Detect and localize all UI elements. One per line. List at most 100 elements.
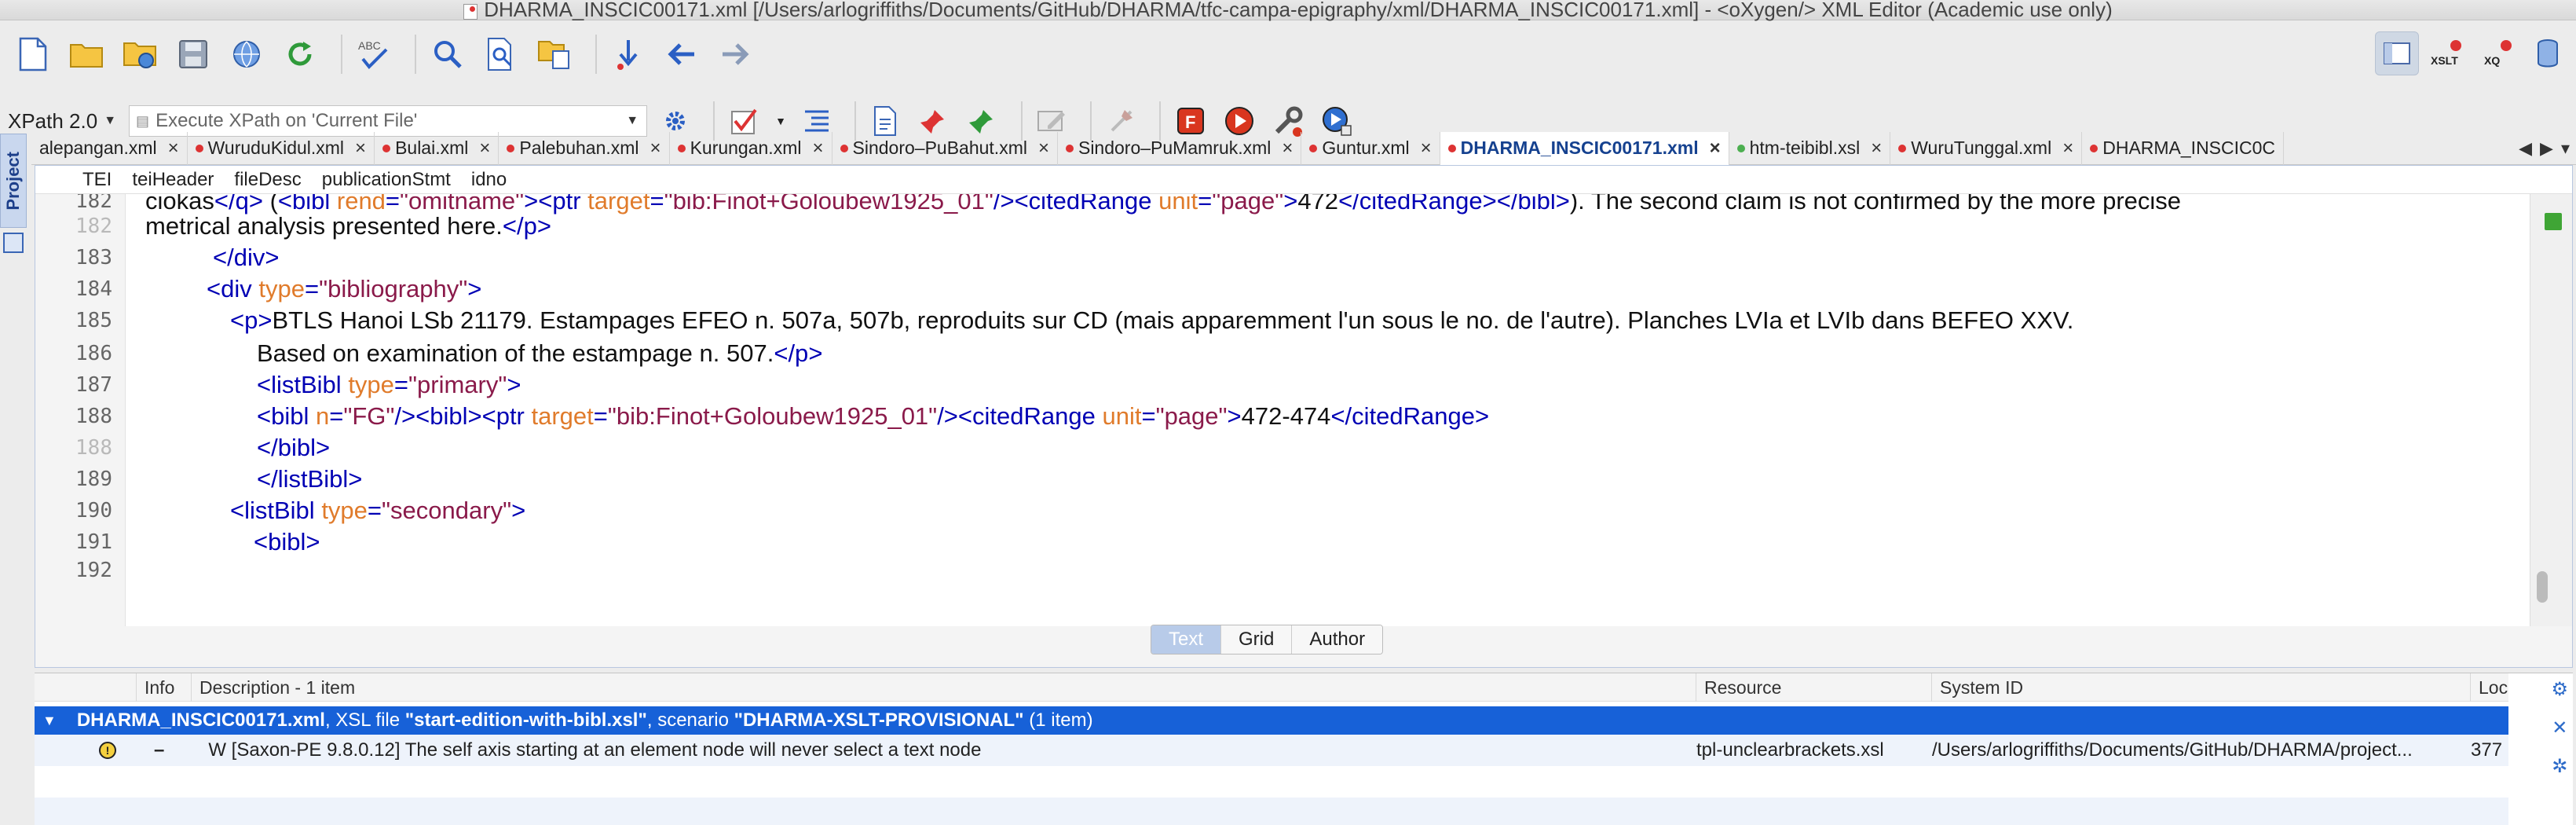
editor-tab[interactable]: WuruTunggal.xml × — [1890, 131, 2083, 165]
code-line[interactable]: 188 </bibl> — [35, 431, 2530, 464]
warning-icon: ! — [99, 742, 116, 759]
toolbar-separator — [415, 35, 416, 74]
code-line[interactable]: 187 <listBibl type="primary"> — [35, 368, 2530, 402]
new-file-icon[interactable] — [11, 32, 55, 76]
find-in-files-icon[interactable] — [479, 32, 523, 76]
open-url-icon[interactable] — [118, 32, 162, 76]
col-info[interactable]: Info — [137, 673, 192, 702]
close-tab-icon[interactable]: × — [1282, 138, 1293, 160]
code-line[interactable]: 189 </listBibl> — [35, 463, 2530, 496]
gear-icon[interactable]: ⚙ — [2551, 678, 2568, 701]
group-count: (1 item) — [1023, 710, 1093, 731]
breadcrumb-item[interactable]: publicationStmt — [322, 169, 451, 191]
line-number: 190 — [75, 499, 112, 522]
tab-label: WuruduKidul.xml — [207, 138, 345, 158]
close-tab-icon[interactable]: × — [479, 138, 490, 160]
close-tab-icon[interactable]: × — [1871, 138, 1882, 160]
close-tab-icon[interactable]: × — [168, 138, 179, 160]
col-description[interactable]: Description - 1 item — [192, 673, 1696, 702]
line-number: 191 — [75, 530, 112, 554]
col-icon — [35, 673, 137, 702]
editor-tab[interactable]: htm-teibibl.xsl × — [1729, 131, 1891, 165]
mode-tab-grid[interactable]: Grid — [1221, 625, 1293, 654]
mode-tab-author[interactable]: Author — [1292, 625, 1383, 654]
find-icon[interactable] — [426, 32, 470, 76]
svg-text:F: F — [1185, 112, 1195, 132]
xquery-debugger-icon[interactable]: XQ — [2475, 31, 2519, 75]
editor-tab[interactable]: Palebuhan.xml × — [499, 131, 670, 165]
expand-triangle-icon[interactable]: ▼ — [42, 713, 57, 729]
code-line[interactable]: 192 — [35, 554, 2530, 587]
editor-tab[interactable]: WuruduKidul.xml × — [188, 131, 375, 165]
toolbar-separator — [341, 35, 342, 74]
editor-perspective-icon[interactable] — [2375, 31, 2419, 75]
scroll-left-icon[interactable]: ◀ — [2519, 138, 2532, 159]
result-row[interactable]: ! – W [Saxon-PE 9.8.0.12] The self axis … — [35, 735, 2508, 766]
xpath-placeholder: Execute XPath on 'Current File' — [156, 110, 418, 131]
code-line[interactable]: 188 <bibl n="FG"/><bibl><ptr target="bib:… — [35, 400, 2530, 433]
col-location[interactable]: Loc — [2471, 673, 2508, 702]
close-icon[interactable]: ✕ — [2552, 717, 2567, 739]
editor-tab[interactable]: DHARMA_INSCIC0C — [2082, 131, 2285, 165]
col-system-id[interactable]: System ID — [1932, 673, 2471, 702]
xslt-debugger-icon[interactable]: XSLT — [2425, 31, 2469, 75]
database-perspective-icon[interactable] — [2526, 31, 2570, 75]
code-editor[interactable]: 182 ciokas</q> (<bibl rend="omitname"><pt… — [35, 194, 2530, 626]
breadcrumb-item[interactable]: teiHeader — [132, 169, 214, 191]
reload-icon[interactable] — [278, 32, 322, 76]
editor-tab[interactable]: Guntur.xml × — [1301, 131, 1440, 165]
breadcrumb-item[interactable]: idno — [471, 169, 507, 191]
close-tab-icon[interactable]: × — [650, 138, 661, 160]
editor-tab[interactable]: Sindoro–PuMamruk.xml × — [1058, 131, 1302, 165]
code-text: metrical analysis presented here.</p> — [145, 212, 551, 240]
code-line[interactable]: 190 <listBibl type="secondary"> — [35, 494, 2530, 527]
save-icon[interactable] — [171, 32, 215, 76]
project-side-tab[interactable]: Project — [0, 134, 27, 228]
forward-icon[interactable] — [713, 32, 757, 76]
side-panel-strip: Project — [0, 134, 31, 259]
xq-label: XQ — [2484, 54, 2500, 67]
bookmark-icon[interactable] — [606, 32, 650, 76]
close-tab-icon[interactable]: × — [1038, 138, 1049, 160]
code-text: Based on examination of the estampage n.… — [257, 339, 823, 367]
code-line[interactable]: 182 metrical analysis presented here.</p> — [35, 210, 2530, 243]
close-tab-icon[interactable]: × — [1421, 138, 1432, 160]
code-line[interactable]: 183 </div> — [35, 241, 2530, 274]
modified-dot-icon — [677, 144, 686, 152]
tab-label: DHARMA_INSCIC0C — [2102, 138, 2276, 158]
results-group-row[interactable]: ▼ DHARMA_INSCIC00171.xml, XSL file "star… — [35, 706, 2508, 735]
xpath-version-select[interactable]: XPath 2.0 ▼ — [8, 109, 116, 134]
editor-tab[interactable]: alepangan.xml × — [31, 131, 188, 165]
copy-icon[interactable] — [532, 32, 576, 76]
outline-icon[interactable] — [3, 233, 24, 253]
editor-tab[interactable]: DHARMA_INSCIC00171.xml × — [1440, 131, 1729, 165]
close-tab-icon[interactable]: × — [1710, 138, 1721, 160]
code-line[interactable]: 186 Based on examination of the estampage… — [35, 337, 2530, 370]
mode-tab-text[interactable]: Text — [1151, 625, 1222, 654]
close-all-icon[interactable]: ✲ — [2552, 755, 2567, 778]
breadcrumb-item[interactable]: TEI — [82, 169, 112, 191]
toolbar-separator — [595, 35, 597, 74]
spellcheck-icon[interactable]: ABC — [352, 32, 396, 76]
chevron-down-icon[interactable]: ▼ — [626, 114, 639, 128]
close-tab-icon[interactable]: × — [355, 138, 366, 160]
tab-list-icon[interactable]: ▾ — [2561, 138, 2570, 159]
editor-tab[interactable]: Sindoro–PuBahut.xml × — [832, 131, 1058, 165]
back-icon[interactable] — [660, 32, 704, 76]
scroll-right-icon[interactable]: ▶ — [2540, 138, 2553, 159]
col-resource[interactable]: Resource — [1696, 673, 1932, 702]
result-location: 377 — [2471, 739, 2503, 761]
close-tab-icon[interactable]: × — [2062, 138, 2073, 160]
code-line[interactable]: 184 <div type="bibliography"> — [35, 273, 2530, 306]
overview-ruler[interactable] — [2530, 194, 2572, 626]
code-line[interactable]: 185 <p>BTLS Hanoi LSb 21179. Estampages E… — [35, 304, 2530, 337]
editor-tab[interactable]: Bulai.xml × — [375, 131, 499, 165]
editor-tab[interactable]: Kurungan.xml × — [670, 131, 832, 165]
modified-dot-icon — [195, 144, 203, 152]
save-all-icon[interactable] — [225, 32, 269, 76]
close-tab-icon[interactable]: × — [812, 138, 823, 160]
breadcrumb-item[interactable]: fileDesc — [234, 169, 301, 191]
scrollbar-thumb[interactable] — [2537, 571, 2548, 603]
open-folder-icon[interactable] — [64, 32, 108, 76]
tab-label: Sindoro–PuMamruk.xml — [1078, 138, 1272, 158]
